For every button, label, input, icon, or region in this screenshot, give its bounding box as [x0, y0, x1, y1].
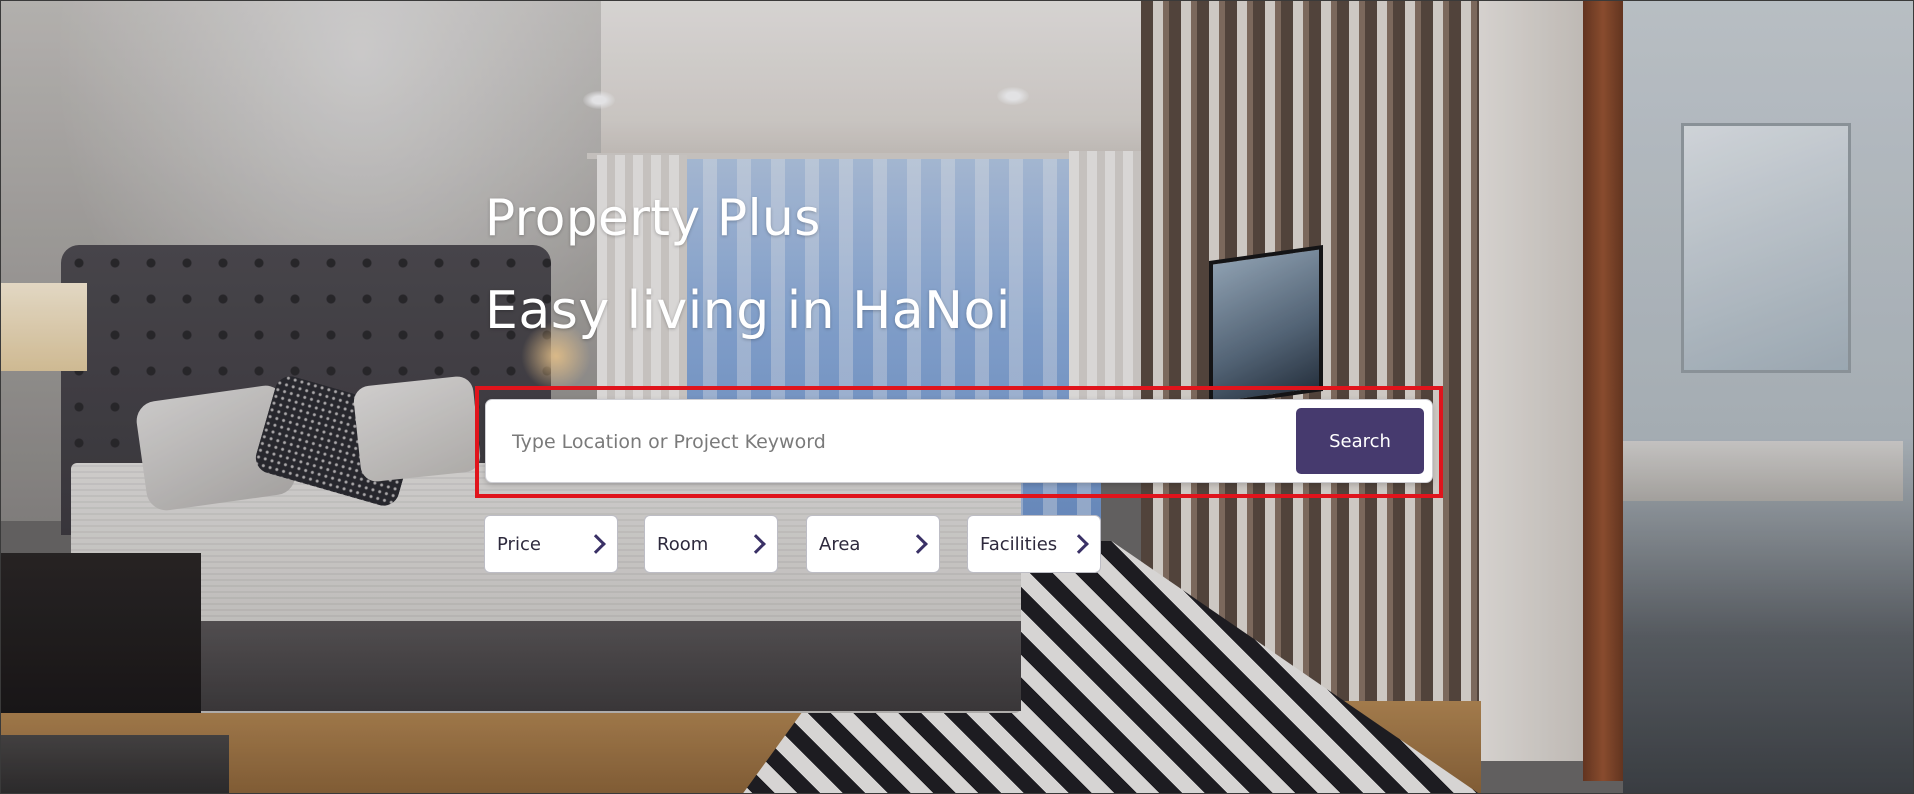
- filter-facilities-button[interactable]: Facilities: [967, 515, 1101, 573]
- filter-label: Price: [497, 533, 541, 555]
- hero-section: Property Plus Easy living in HaNoi Searc…: [0, 0, 1914, 794]
- chevron-right-icon: [586, 534, 606, 554]
- chevron-right-icon: [908, 534, 928, 554]
- filter-area-button[interactable]: Area: [806, 515, 940, 573]
- chevron-right-icon: [746, 534, 766, 554]
- search-input[interactable]: [510, 418, 1254, 466]
- filter-label: Area: [819, 533, 861, 555]
- chevron-right-icon: [1069, 534, 1089, 554]
- search-button[interactable]: Search: [1296, 408, 1424, 474]
- search-bar: Search: [485, 399, 1433, 483]
- filter-room-button[interactable]: Room: [644, 515, 778, 573]
- hero-title: Property Plus: [485, 189, 821, 247]
- filter-label: Facilities: [980, 533, 1058, 555]
- filter-price-button[interactable]: Price: [484, 515, 618, 573]
- hero-subtitle: Easy living in HaNoi: [485, 281, 1011, 341]
- filter-label: Room: [657, 533, 709, 555]
